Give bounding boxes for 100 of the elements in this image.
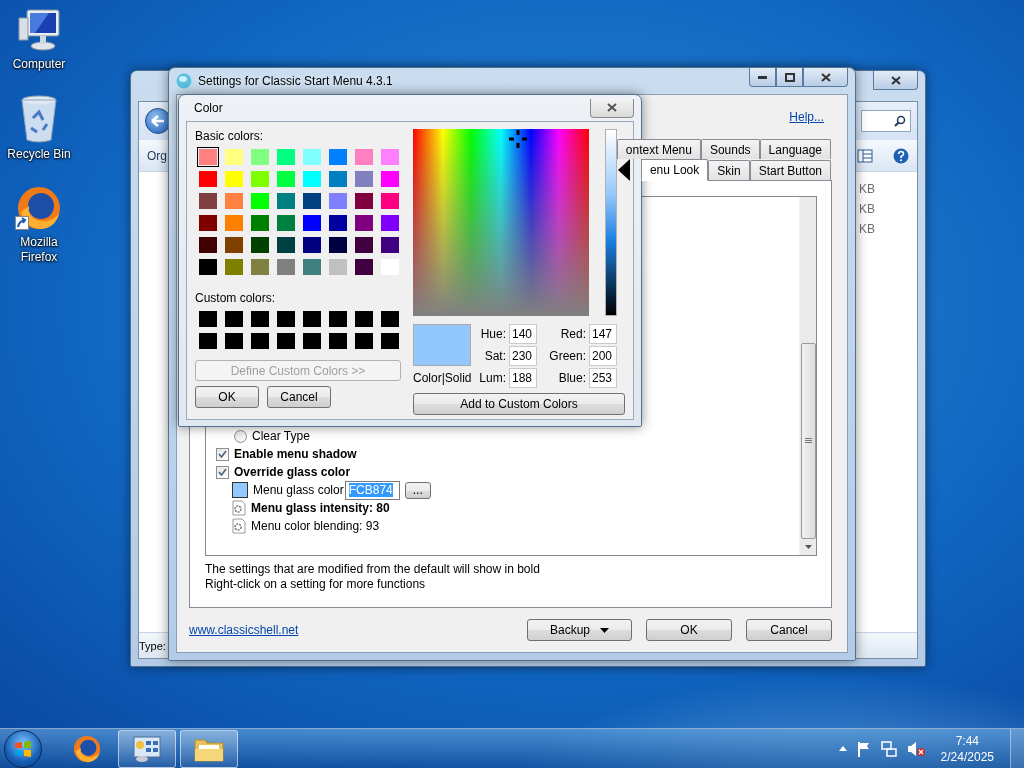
color-swatch[interactable]: [301, 257, 323, 277]
help-icon[interactable]: [893, 147, 909, 164]
color-swatch[interactable]: [249, 331, 271, 351]
color-swatch[interactable]: [301, 169, 323, 189]
color-swatch[interactable]: [353, 147, 375, 167]
color-swatch[interactable]: [353, 169, 375, 189]
tab[interactable]: Sounds: [700, 139, 760, 159]
color-swatch[interactable]: [327, 191, 349, 211]
number-field[interactable]: 147: [589, 324, 617, 344]
color-swatch[interactable]: [301, 309, 323, 329]
color-swatch[interactable]: [327, 169, 349, 189]
color-swatch[interactable]: [197, 147, 219, 167]
color-swatch[interactable]: [249, 235, 271, 255]
add-custom-colors-button[interactable]: Add to Custom Colors: [413, 393, 625, 415]
color-swatch[interactable]: [249, 309, 271, 329]
color-swatch[interactable]: [275, 213, 297, 233]
organize-menu[interactable]: Org: [147, 148, 167, 163]
color-swatch[interactable]: [223, 191, 245, 211]
radio-button[interactable]: [234, 429, 247, 443]
color-swatch[interactable]: [197, 235, 219, 255]
color-swatch[interactable]: [353, 309, 375, 329]
color-swatch[interactable]: [379, 169, 401, 189]
browse-button[interactable]: ...: [404, 481, 431, 499]
tab[interactable]: Skin: [708, 160, 750, 180]
taskbar-button[interactable]: [180, 729, 238, 768]
color-swatch[interactable]: [301, 235, 323, 255]
tab[interactable]: Start Button: [749, 160, 831, 180]
scrollbar-thumb[interactable]: [800, 343, 816, 539]
flag-icon[interactable]: [856, 740, 871, 757]
slider-arrow-icon[interactable]: [618, 159, 630, 182]
number-field[interactable]: 230: [509, 346, 537, 366]
close-button[interactable]: [803, 68, 848, 87]
website-link[interactable]: www.classicshell.net: [189, 623, 299, 637]
tab[interactable]: Language: [759, 139, 831, 159]
tab[interactable]: enu Look: [640, 159, 709, 181]
color-swatch[interactable]: [353, 191, 375, 211]
checkbox[interactable]: [216, 447, 229, 461]
color-swatch[interactable]: [223, 147, 245, 167]
color-swatch[interactable]: [223, 257, 245, 277]
color-swatch[interactable]: [197, 191, 219, 211]
dialog-button[interactable]: Cancel: [746, 619, 832, 641]
tab[interactable]: ontext Menu: [616, 139, 701, 159]
color-swatch[interactable]: [379, 331, 401, 351]
close-button[interactable]: [873, 71, 918, 90]
color-swatch[interactable]: [223, 309, 245, 329]
color-swatch[interactable]: [223, 169, 245, 189]
chevron-up-icon[interactable]: [838, 746, 847, 751]
number-field[interactable]: 188: [509, 368, 537, 388]
color-swatch[interactable]: [223, 331, 245, 351]
view-icon[interactable]: [857, 148, 873, 163]
color-swatch[interactable]: [379, 235, 401, 255]
number-field[interactable]: 253: [589, 368, 617, 388]
color-swatch[interactable]: [353, 331, 375, 351]
color-swatch[interactable]: [197, 213, 219, 233]
dropdown-button[interactable]: Backup: [527, 619, 632, 641]
color-swatch[interactable]: [353, 257, 375, 277]
color-swatch[interactable]: [301, 147, 323, 167]
color-swatch[interactable]: [249, 147, 271, 167]
color-swatch[interactable]: [327, 309, 349, 329]
clock[interactable]: 7:44 2/24/2025: [934, 732, 1000, 765]
color-swatch[interactable]: [301, 331, 323, 351]
color-swatch[interactable]: [353, 213, 375, 233]
color-swatch[interactable]: [197, 257, 219, 277]
color-swatch[interactable]: [275, 147, 297, 167]
desktop-icon[interactable]: Mozilla Firefox: [1, 184, 77, 265]
color-spectrum[interactable]: [413, 129, 589, 316]
color-swatch[interactable]: [301, 191, 323, 211]
color-swatch[interactable]: [249, 191, 271, 211]
color-swatch[interactable]: [275, 257, 297, 277]
color-swatch[interactable]: [223, 213, 245, 233]
color-swatch[interactable]: [275, 309, 297, 329]
color-swatch[interactable]: [223, 235, 245, 255]
show-desktop-button[interactable]: [1010, 729, 1024, 768]
color-swatch[interactable]: [353, 235, 375, 255]
number-field[interactable]: 140: [509, 324, 537, 344]
color-swatch[interactable]: [197, 309, 219, 329]
back-button[interactable]: [145, 108, 171, 134]
color-swatch[interactable]: [301, 213, 323, 233]
dialog-button[interactable]: Cancel: [267, 386, 331, 408]
color-swatch[interactable]: [275, 169, 297, 189]
help-link[interactable]: Help...: [789, 110, 824, 124]
color-swatch[interactable]: [249, 169, 271, 189]
search-field[interactable]: [861, 110, 911, 132]
color-swatch[interactable]: [249, 257, 271, 277]
number-field[interactable]: 200: [589, 346, 617, 366]
color-swatch[interactable]: [275, 331, 297, 351]
checkbox[interactable]: [216, 465, 229, 479]
desktop-icon[interactable]: Computer: [1, 8, 77, 72]
color-swatch[interactable]: [197, 331, 219, 351]
speaker-muted-icon[interactable]: [906, 740, 925, 757]
color-swatch[interactable]: [327, 257, 349, 277]
color-swatch[interactable]: [327, 213, 349, 233]
desktop-icon[interactable]: Recycle Bin: [1, 94, 77, 162]
dialog-button[interactable]: OK: [646, 619, 732, 641]
color-swatch[interactable]: [249, 213, 271, 233]
color-swatch[interactable]: [327, 235, 349, 255]
minimize-button[interactable]: [749, 68, 776, 87]
color-swatch[interactable]: [327, 331, 349, 351]
close-button[interactable]: [590, 98, 634, 118]
color-swatch[interactable]: [275, 235, 297, 255]
